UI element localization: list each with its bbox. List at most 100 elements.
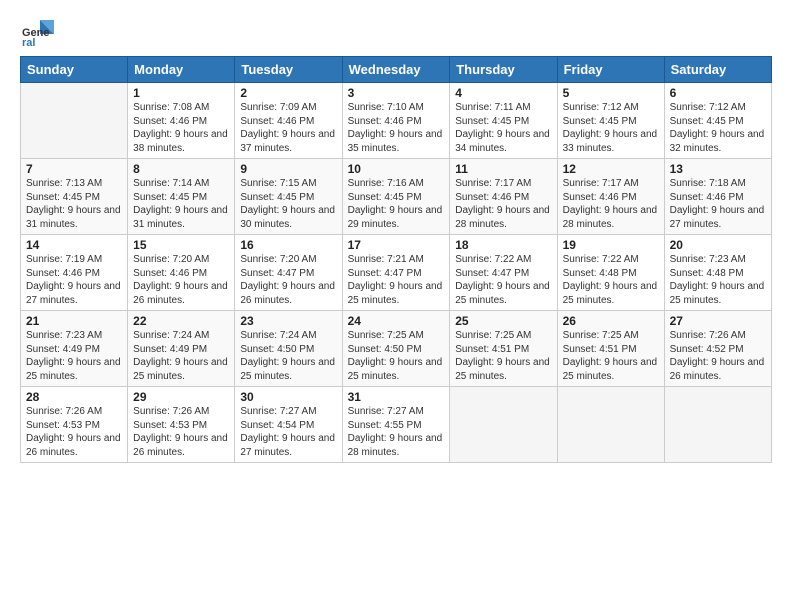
day-number: 4: [455, 86, 551, 100]
calendar-header-friday: Friday: [557, 57, 664, 83]
calendar-cell: [664, 387, 771, 463]
cell-info: Sunrise: 7:26 AMSunset: 4:53 PMDaylight:…: [133, 406, 228, 458]
day-number: 27: [670, 314, 766, 328]
day-number: 22: [133, 314, 229, 328]
day-number: 6: [670, 86, 766, 100]
cell-info: Sunrise: 7:22 AMSunset: 4:48 PMDaylight:…: [563, 254, 658, 306]
day-number: 19: [563, 238, 659, 252]
day-number: 20: [670, 238, 766, 252]
logo: Gene ral: [20, 14, 60, 50]
day-number: 8: [133, 162, 229, 176]
calendar-cell: [557, 387, 664, 463]
svg-text:ral: ral: [22, 37, 35, 49]
main-container: Gene ral SundayMondayTuesdayWednesdayThu…: [0, 0, 792, 473]
cell-info: Sunrise: 7:12 AMSunset: 4:45 PMDaylight:…: [670, 102, 765, 154]
day-number: 16: [240, 238, 336, 252]
cell-info: Sunrise: 7:27 AMSunset: 4:55 PMDaylight:…: [348, 406, 443, 458]
cell-info: Sunrise: 7:13 AMSunset: 4:45 PMDaylight:…: [26, 178, 121, 230]
calendar-cell: 31 Sunrise: 7:27 AMSunset: 4:55 PMDaylig…: [342, 387, 450, 463]
cell-info: Sunrise: 7:16 AMSunset: 4:45 PMDaylight:…: [348, 178, 443, 230]
cell-info: Sunrise: 7:26 AMSunset: 4:52 PMDaylight:…: [670, 330, 765, 382]
day-number: 7: [26, 162, 122, 176]
cell-info: Sunrise: 7:24 AMSunset: 4:50 PMDaylight:…: [240, 330, 335, 382]
day-number: 21: [26, 314, 122, 328]
day-number: 5: [563, 86, 659, 100]
calendar-cell: 4 Sunrise: 7:11 AMSunset: 4:45 PMDayligh…: [450, 83, 557, 159]
calendar-cell: 25 Sunrise: 7:25 AMSunset: 4:51 PMDaylig…: [450, 311, 557, 387]
calendar-header-monday: Monday: [128, 57, 235, 83]
day-number: 23: [240, 314, 336, 328]
day-number: 1: [133, 86, 229, 100]
day-number: 24: [348, 314, 445, 328]
calendar-cell: 16 Sunrise: 7:20 AMSunset: 4:47 PMDaylig…: [235, 235, 342, 311]
cell-info: Sunrise: 7:14 AMSunset: 4:45 PMDaylight:…: [133, 178, 228, 230]
calendar-cell: 10 Sunrise: 7:16 AMSunset: 4:45 PMDaylig…: [342, 159, 450, 235]
calendar-cell: 21 Sunrise: 7:23 AMSunset: 4:49 PMDaylig…: [21, 311, 128, 387]
calendar-week-row: 28 Sunrise: 7:26 AMSunset: 4:53 PMDaylig…: [21, 387, 772, 463]
calendar-cell: [450, 387, 557, 463]
cell-info: Sunrise: 7:20 AMSunset: 4:47 PMDaylight:…: [240, 254, 335, 306]
calendar-cell: 30 Sunrise: 7:27 AMSunset: 4:54 PMDaylig…: [235, 387, 342, 463]
calendar-week-row: 1 Sunrise: 7:08 AMSunset: 4:46 PMDayligh…: [21, 83, 772, 159]
day-number: 12: [563, 162, 659, 176]
calendar-cell: 9 Sunrise: 7:15 AMSunset: 4:45 PMDayligh…: [235, 159, 342, 235]
calendar-cell: 28 Sunrise: 7:26 AMSunset: 4:53 PMDaylig…: [21, 387, 128, 463]
calendar-cell: 22 Sunrise: 7:24 AMSunset: 4:49 PMDaylig…: [128, 311, 235, 387]
day-number: 2: [240, 86, 336, 100]
cell-info: Sunrise: 7:09 AMSunset: 4:46 PMDaylight:…: [240, 102, 335, 154]
day-number: 13: [670, 162, 766, 176]
calendar-cell: 19 Sunrise: 7:22 AMSunset: 4:48 PMDaylig…: [557, 235, 664, 311]
cell-info: Sunrise: 7:17 AMSunset: 4:46 PMDaylight:…: [455, 178, 550, 230]
cell-info: Sunrise: 7:27 AMSunset: 4:54 PMDaylight:…: [240, 406, 335, 458]
day-number: 15: [133, 238, 229, 252]
calendar-cell: 1 Sunrise: 7:08 AMSunset: 4:46 PMDayligh…: [128, 83, 235, 159]
cell-info: Sunrise: 7:18 AMSunset: 4:46 PMDaylight:…: [670, 178, 765, 230]
calendar-cell: 18 Sunrise: 7:22 AMSunset: 4:47 PMDaylig…: [450, 235, 557, 311]
calendar-cell: 8 Sunrise: 7:14 AMSunset: 4:45 PMDayligh…: [128, 159, 235, 235]
day-number: 26: [563, 314, 659, 328]
calendar-cell: 15 Sunrise: 7:20 AMSunset: 4:46 PMDaylig…: [128, 235, 235, 311]
cell-info: Sunrise: 7:25 AMSunset: 4:51 PMDaylight:…: [563, 330, 658, 382]
day-number: 14: [26, 238, 122, 252]
cell-info: Sunrise: 7:25 AMSunset: 4:50 PMDaylight:…: [348, 330, 443, 382]
cell-info: Sunrise: 7:25 AMSunset: 4:51 PMDaylight:…: [455, 330, 550, 382]
calendar-header-row: SundayMondayTuesdayWednesdayThursdayFrid…: [21, 57, 772, 83]
cell-info: Sunrise: 7:21 AMSunset: 4:47 PMDaylight:…: [348, 254, 443, 306]
header: Gene ral: [20, 10, 772, 50]
cell-info: Sunrise: 7:17 AMSunset: 4:46 PMDaylight:…: [563, 178, 658, 230]
day-number: 18: [455, 238, 551, 252]
calendar-header-tuesday: Tuesday: [235, 57, 342, 83]
calendar-header-sunday: Sunday: [21, 57, 128, 83]
calendar-cell: 17 Sunrise: 7:21 AMSunset: 4:47 PMDaylig…: [342, 235, 450, 311]
cell-info: Sunrise: 7:08 AMSunset: 4:46 PMDaylight:…: [133, 102, 228, 154]
calendar-header-saturday: Saturday: [664, 57, 771, 83]
calendar-week-row: 14 Sunrise: 7:19 AMSunset: 4:46 PMDaylig…: [21, 235, 772, 311]
calendar-cell: 24 Sunrise: 7:25 AMSunset: 4:50 PMDaylig…: [342, 311, 450, 387]
day-number: 9: [240, 162, 336, 176]
calendar-week-row: 7 Sunrise: 7:13 AMSunset: 4:45 PMDayligh…: [21, 159, 772, 235]
day-number: 29: [133, 390, 229, 404]
day-number: 3: [348, 86, 445, 100]
calendar-cell: 20 Sunrise: 7:23 AMSunset: 4:48 PMDaylig…: [664, 235, 771, 311]
cell-info: Sunrise: 7:23 AMSunset: 4:49 PMDaylight:…: [26, 330, 121, 382]
cell-info: Sunrise: 7:19 AMSunset: 4:46 PMDaylight:…: [26, 254, 121, 306]
cell-info: Sunrise: 7:11 AMSunset: 4:45 PMDaylight:…: [455, 102, 550, 154]
cell-info: Sunrise: 7:20 AMSunset: 4:46 PMDaylight:…: [133, 254, 228, 306]
day-number: 10: [348, 162, 445, 176]
cell-info: Sunrise: 7:10 AMSunset: 4:46 PMDaylight:…: [348, 102, 443, 154]
cell-info: Sunrise: 7:15 AMSunset: 4:45 PMDaylight:…: [240, 178, 335, 230]
calendar-cell: 12 Sunrise: 7:17 AMSunset: 4:46 PMDaylig…: [557, 159, 664, 235]
calendar-cell: [21, 83, 128, 159]
calendar-cell: 13 Sunrise: 7:18 AMSunset: 4:46 PMDaylig…: [664, 159, 771, 235]
calendar-header-thursday: Thursday: [450, 57, 557, 83]
calendar-cell: 26 Sunrise: 7:25 AMSunset: 4:51 PMDaylig…: [557, 311, 664, 387]
calendar-cell: 11 Sunrise: 7:17 AMSunset: 4:46 PMDaylig…: [450, 159, 557, 235]
day-number: 31: [348, 390, 445, 404]
calendar-cell: 3 Sunrise: 7:10 AMSunset: 4:46 PMDayligh…: [342, 83, 450, 159]
calendar-week-row: 21 Sunrise: 7:23 AMSunset: 4:49 PMDaylig…: [21, 311, 772, 387]
calendar-cell: 5 Sunrise: 7:12 AMSunset: 4:45 PMDayligh…: [557, 83, 664, 159]
day-number: 30: [240, 390, 336, 404]
calendar-cell: 23 Sunrise: 7:24 AMSunset: 4:50 PMDaylig…: [235, 311, 342, 387]
cell-info: Sunrise: 7:24 AMSunset: 4:49 PMDaylight:…: [133, 330, 228, 382]
calendar-cell: 2 Sunrise: 7:09 AMSunset: 4:46 PMDayligh…: [235, 83, 342, 159]
